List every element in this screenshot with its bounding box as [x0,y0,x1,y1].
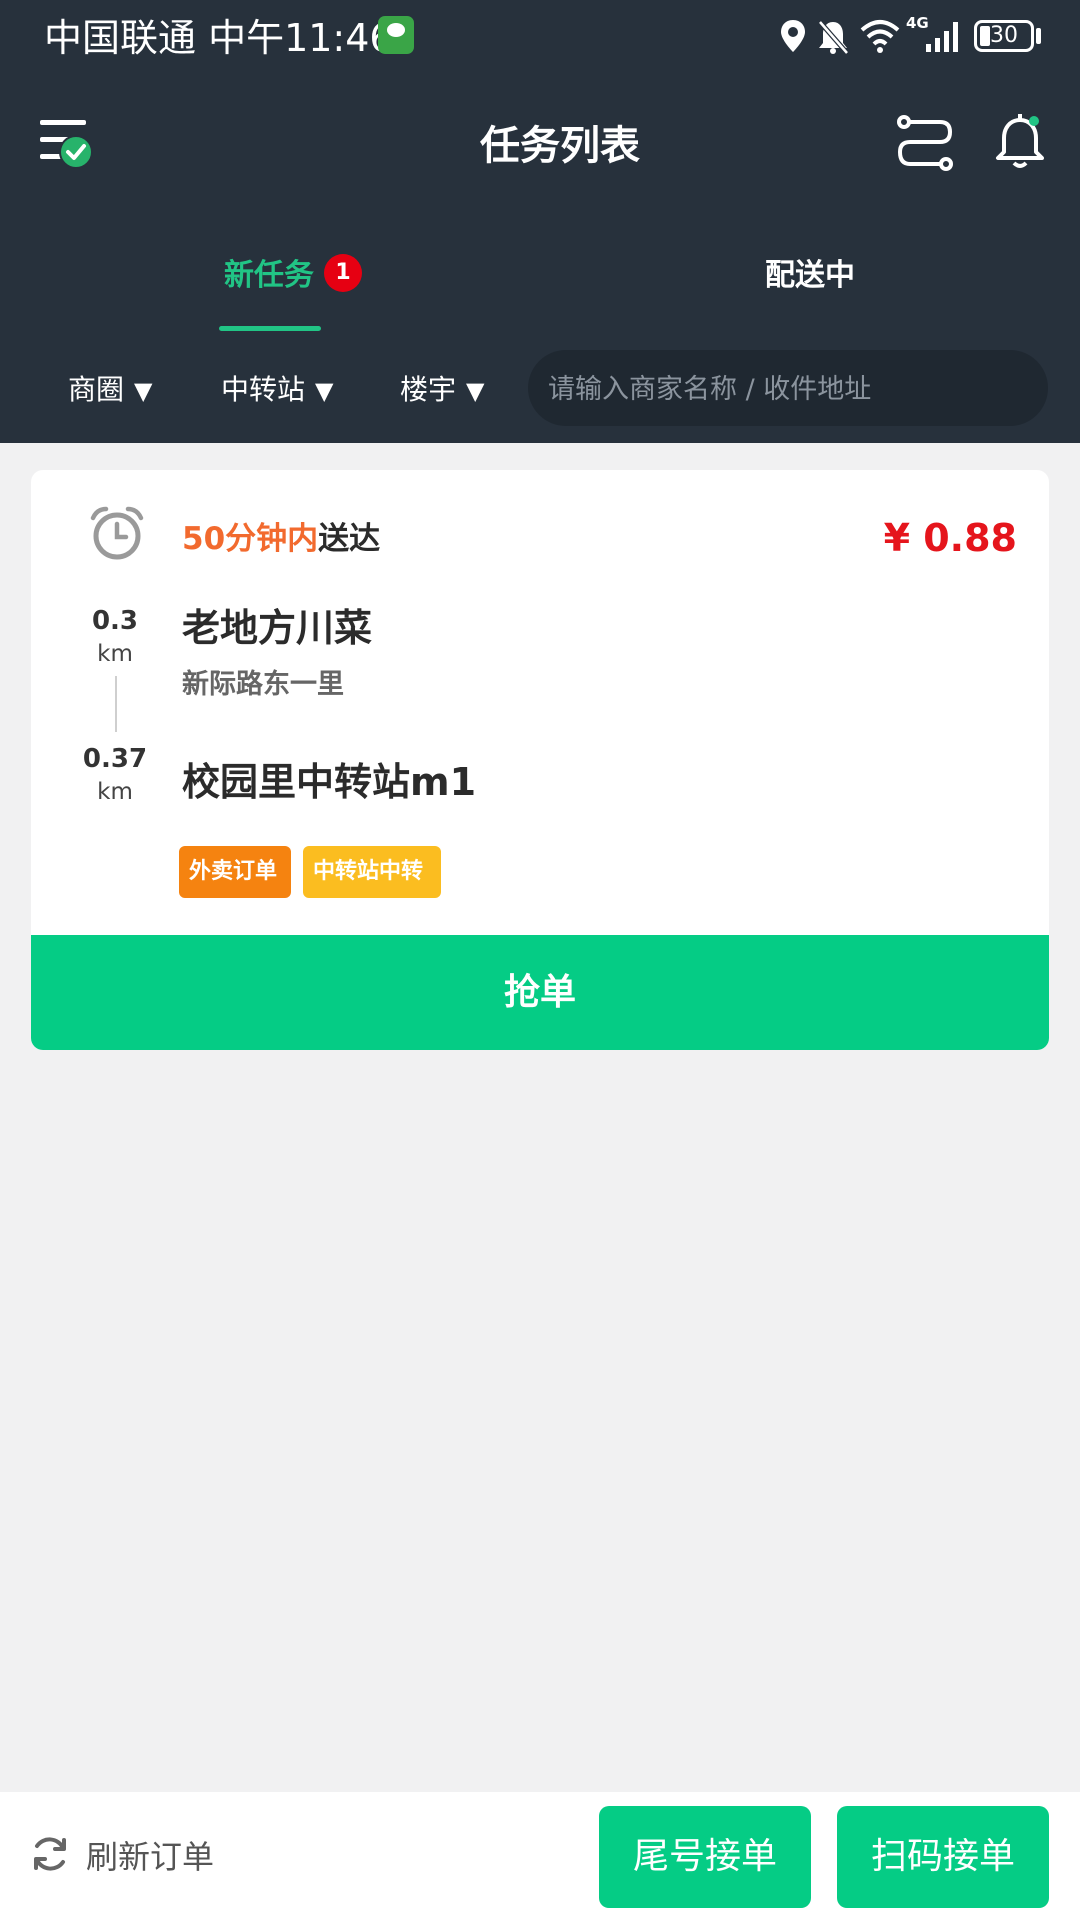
refresh-icon [34,1837,66,1871]
pickup-distance-value: 0.3 [91,606,139,636]
task-card[interactable]: 50分钟内送达 ¥ 0.88 0.3 km 0.37 km 老地方川菜 新际路东… [31,470,1049,1050]
mute-icon [818,20,849,55]
dropoff-distance-value: 0.37 [82,744,148,774]
alarm-clock-icon [90,506,144,560]
filter-business-area[interactable]: 商圈 ▼ [68,370,152,411]
battery-cap [1036,28,1041,44]
deadline-suffix: 送达 [318,521,381,557]
order-price: ¥ 0.88 [883,516,1017,560]
route-icon[interactable] [896,114,954,172]
bell-icon[interactable] [990,112,1050,172]
deadline-highlight: 50分钟内 [182,521,319,557]
app-notification-icon [378,16,414,54]
wifi-icon [860,20,900,53]
pickup-shop-address: 新际路东一里 [182,669,344,700]
battery-icon: 30 [974,20,1034,52]
tab-delivering[interactable]: 配送中 [765,254,855,298]
tail-number-accept-button[interactable]: 尾号接单 [599,1806,811,1908]
location-icon [781,20,805,52]
header: 中国联通 中午11:46 4G 30 任务列表 新任务 1 配送中 商圈 ▼ 中… [0,0,1080,443]
pickup-distance-unit: km [97,641,133,667]
refresh-label: 刷新订单 [86,1838,215,1876]
pickup-shop-name: 老地方川菜 [182,606,373,650]
dropoff-distance-unit: km [97,779,133,805]
dropoff-distance: 0.37 km [55,742,175,808]
pickup-distance: 0.3 km [55,604,175,670]
dropdown-caret-icon: ▼ [134,377,153,405]
delivery-deadline: 50分钟内送达 [182,518,380,560]
status-carrier-time: 中国联通 中午11:46 [44,16,394,60]
filter-transfer-station[interactable]: 中转站 ▼ [221,370,333,411]
route-connector-line [115,676,117,732]
active-tab-indicator [219,326,321,331]
search-box [528,350,1048,428]
filter-label: 楼宇 [400,373,457,406]
filter-label: 商圈 [68,373,125,406]
battery-level: 30 [990,23,1018,48]
filter-bar: 商圈 ▼ 中转站 ▼ 楼宇 ▼ [0,350,1080,430]
new-task-count-badge: 1 [324,254,362,292]
tag-takeout-order: 外卖订单 [179,846,291,898]
scan-accept-button[interactable]: 扫码接单 [837,1806,1049,1908]
tab-new-tasks[interactable]: 新任务 [224,254,314,298]
dropdown-caret-icon: ▼ [466,377,485,405]
bottom-action-bar: 刷新订单 尾号接单 扫码接单 [0,1792,1080,1920]
tab-bar: 新任务 1 配送中 [0,232,1080,332]
tag-transfer-station: 中转站中转 [303,846,441,898]
dropdown-caret-icon: ▼ [315,377,334,405]
filter-label: 中转站 [221,373,306,406]
dropoff-station-name: 校园里中转站m1 [182,760,477,804]
search-input[interactable] [546,350,1030,428]
filter-building[interactable]: 楼宇 ▼ [400,370,484,411]
signal-icon [926,22,958,52]
status-bar: 中国联通 中午11:46 4G 30 [0,0,1080,76]
grab-order-button[interactable]: 抢单 [31,935,1049,1050]
